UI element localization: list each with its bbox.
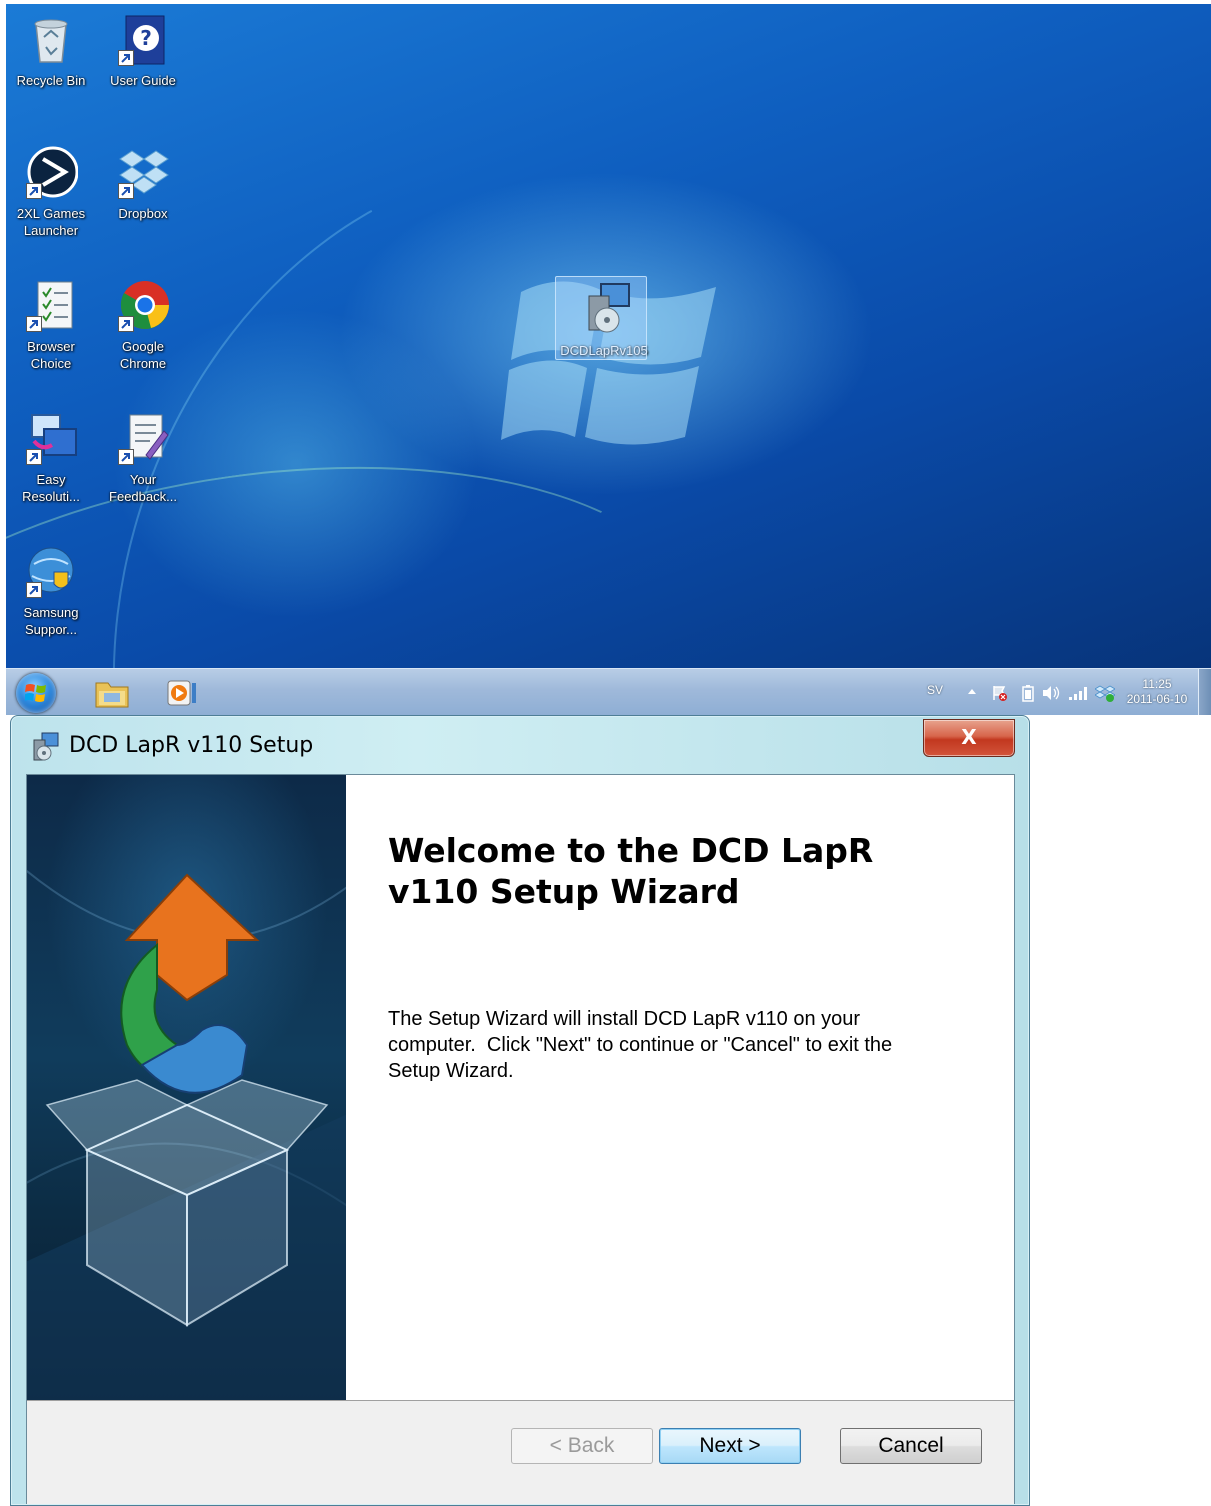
battery-icon[interactable] [1021,684,1035,702]
desktop-icon-browser-choice[interactable]: Browser Choice [6,278,96,372]
welcome-heading: Welcome to the DCD LapR v110 Setup Wizar… [388,831,874,911]
window-titlebar[interactable]: DCD LapR v110 Setup X [11,716,1029,774]
media-player-icon [167,680,196,706]
shortcut-arrow-icon [118,449,134,465]
shortcut-arrow-icon [118,50,134,66]
desktop-icon-dcdlaprv105[interactable]: DCDLapRv105 [555,276,649,360]
welcome-panel: Welcome to the DCD LapR v110 Setup Wizar… [346,775,1014,1400]
shortcut-arrow-icon [26,183,42,199]
wizard-client-area: Welcome to the DCD LapR v110 Setup Wizar… [26,774,1015,1504]
desktop-icon-label: Easy Resoluti... [22,472,80,504]
next-button[interactable]: Next > [659,1428,801,1464]
show-hidden-icons-arrow[interactable] [965,684,979,698]
svg-text:?: ? [140,26,152,50]
installer-icon [33,732,59,761]
wizard-button-bar: < Back Next > Cancel [27,1400,1014,1504]
desktop-icon-user-guide[interactable]: ? User Guide [98,12,188,89]
shortcut-arrow-icon [26,449,42,465]
dropbox-tray-icon[interactable] [1095,684,1115,702]
shortcut-arrow-icon [118,183,134,199]
start-button[interactable] [16,673,56,713]
recycle-bin-icon [24,12,78,66]
notification-area: SV 11:25 2011-06-10 [891,669,1211,715]
dropbox-icon [116,145,170,199]
feedback-icon [116,411,170,465]
taskbar-explorer-button[interactable] [90,673,134,713]
chrome-icon [116,278,170,332]
desktop-icon-your-feedback[interactable]: Your Feedback... [98,411,188,505]
desktop-icon-dropbox[interactable]: Dropbox [98,145,188,222]
clock-date: 2011-06-10 [1126,692,1188,706]
desktop-icon-label: Samsung Suppor... [23,605,79,637]
volume-icon[interactable] [1041,684,1061,702]
shortcut-arrow-icon [26,582,42,598]
window-title: DCD LapR v110 Setup [69,733,314,758]
desktop-icon-label: Your Feedback... [109,472,177,504]
desktop-icon-label: Google Chrome [119,339,167,371]
desktop-icon-label: 2XL Games Launcher [16,206,86,238]
shortcut-arrow-icon [118,316,134,332]
cancel-button[interactable]: Cancel [840,1428,982,1464]
taskbar-media-player-button[interactable] [158,673,202,713]
welcome-description: The Setup Wizard will install DCD LapR v… [388,1008,893,1082]
desktop-icon-label: Recycle Bin [16,73,86,88]
shortcut-arrow-icon [26,316,42,332]
desktop[interactable]: Recycle Bin ? User Guide 2XL Games Launc… [6,4,1211,668]
network-signal-icon[interactable] [1067,684,1089,702]
desktop-icon-2xl-games-launcher[interactable]: 2XL Games Launcher [6,145,96,239]
clock-time: 11:25 [1142,677,1172,691]
resolution-icon [24,411,78,465]
back-button[interactable]: < Back [511,1428,653,1464]
browser-choice-icon [24,278,78,332]
desktop-icon-google-chrome[interactable]: Google Chrome [98,278,188,372]
desktop-icon-samsung-support[interactable]: Samsung Suppor... [6,544,96,638]
launcher-icon [24,145,79,199]
desktop-icon-label: Browser Choice [27,339,75,371]
installer-icon [577,282,631,336]
taskbar: SV 11:25 2011-06-10 [6,668,1211,715]
language-indicator[interactable]: SV [927,683,943,697]
close-button[interactable]: X [923,719,1015,757]
desktop-icon-easy-resolution[interactable]: Easy Resoluti... [6,411,96,505]
desktop-icon-label: User Guide [110,73,176,88]
system-clock[interactable]: 11:25 2011-06-10 [1117,677,1197,707]
windows-flag-icon [25,684,46,702]
desktop-icon-recycle-bin[interactable]: Recycle Bin [6,12,96,89]
explorer-icon [95,682,129,708]
action-center-flag-icon[interactable] [991,684,1009,702]
desktop-icon-label: Dropbox [118,206,168,221]
setup-wizard-window: DCD LapR v110 Setup X Welcome to the DCD… [10,715,1030,1506]
show-desktop-button[interactable] [1198,669,1211,715]
wizard-banner-image [27,775,346,1400]
samsung-support-icon [24,544,78,598]
close-icon: X [961,725,977,749]
help-icon: ? [116,12,170,66]
